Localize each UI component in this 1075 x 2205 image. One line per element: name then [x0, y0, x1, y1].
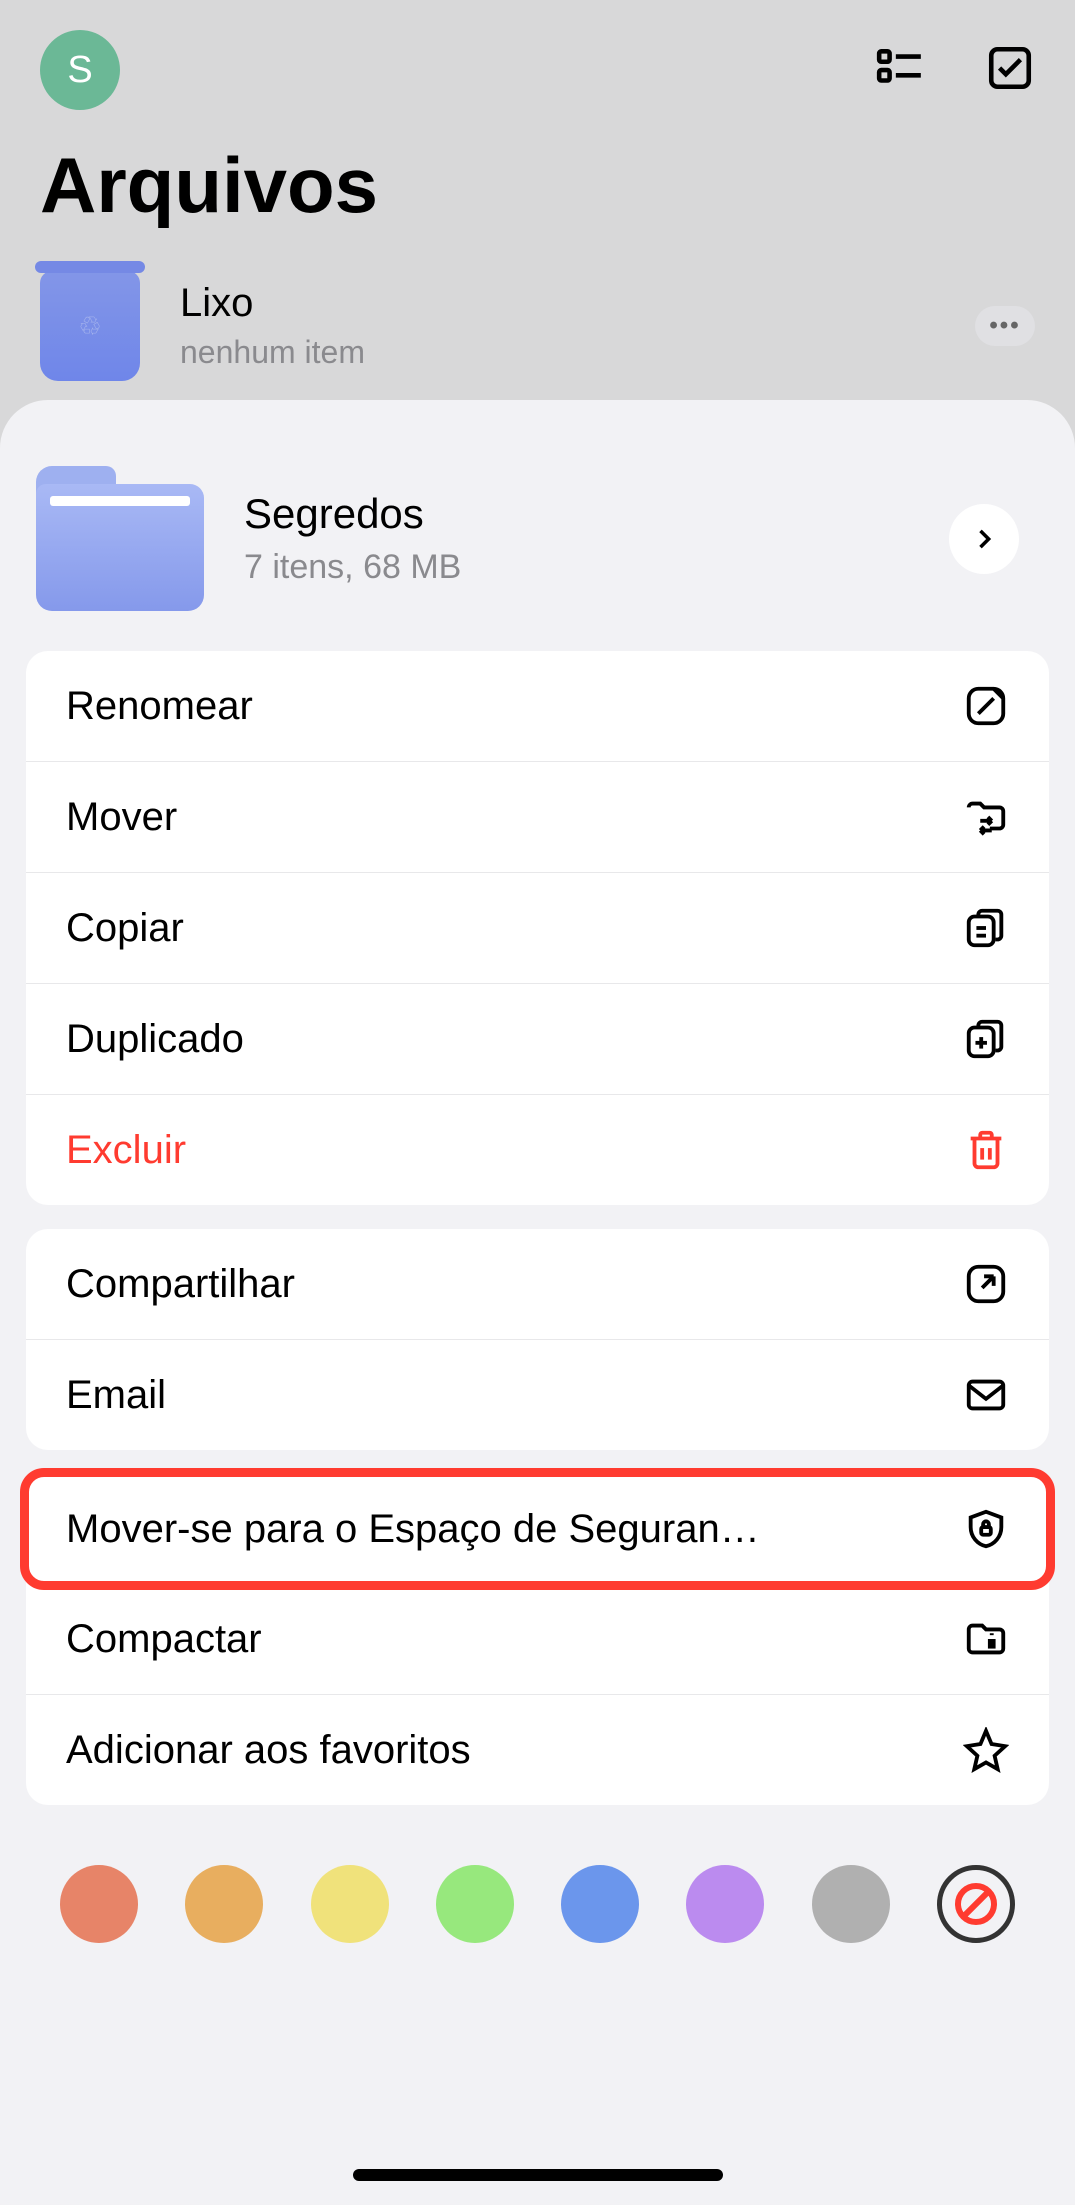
- trash-title: Lixo: [180, 281, 935, 326]
- email-item[interactable]: Email: [26, 1340, 1049, 1450]
- duplicate-item[interactable]: Duplicado: [26, 984, 1049, 1095]
- zip-icon: [963, 1616, 1009, 1662]
- duplicate-icon: [963, 1016, 1009, 1062]
- color-tag-red[interactable]: [60, 1865, 138, 1943]
- copy-icon: [963, 905, 1009, 951]
- secure-label: Mover-se para o Espaço de Seguran…: [66, 1507, 760, 1552]
- color-tag-yellow[interactable]: [311, 1865, 389, 1943]
- more-button[interactable]: •••: [975, 306, 1035, 346]
- copy-item[interactable]: Copiar: [26, 873, 1049, 984]
- folder-subtitle: 7 itens, 68 MB: [244, 548, 909, 587]
- move-to-secure-item[interactable]: Mover-se para o Espaço de Seguran…: [26, 1474, 1049, 1584]
- copy-label: Copiar: [66, 906, 184, 951]
- delete-item[interactable]: Excluir: [26, 1095, 1049, 1205]
- favorite-item[interactable]: Adicionar aos favoritos: [26, 1695, 1049, 1805]
- move-item[interactable]: Mover: [26, 762, 1049, 873]
- color-tag-gray[interactable]: [812, 1865, 890, 1943]
- envelope-icon: [963, 1372, 1009, 1418]
- favorite-label: Adicionar aos favoritos: [66, 1728, 471, 1773]
- color-tag-row: [26, 1829, 1049, 1943]
- folder-title: Segredos: [244, 490, 909, 538]
- open-folder-button[interactable]: [949, 504, 1019, 574]
- select-icon[interactable]: [985, 43, 1035, 98]
- rename-label: Renomear: [66, 684, 253, 729]
- avatar[interactable]: S: [40, 30, 120, 110]
- color-tag-purple[interactable]: [686, 1865, 764, 1943]
- trash-bin-icon: [963, 1127, 1009, 1173]
- star-icon: [963, 1727, 1009, 1773]
- color-tag-green[interactable]: [436, 1865, 514, 1943]
- trash-row[interactable]: ♲ Lixo nenhum item •••: [0, 271, 1075, 381]
- move-label: Mover: [66, 795, 177, 840]
- folder-header: Segredos 7 itens, 68 MB: [26, 426, 1049, 651]
- share-item[interactable]: Compartilhar: [26, 1229, 1049, 1340]
- duplicate-label: Duplicado: [66, 1017, 244, 1062]
- share-icon: [963, 1261, 1009, 1307]
- share-label: Compartilhar: [66, 1262, 295, 1307]
- page-title: Arquivos: [0, 140, 1075, 231]
- action-sheet: Segredos 7 itens, 68 MB Renomear Mover C…: [0, 400, 1075, 2205]
- color-tag-blue[interactable]: [561, 1865, 639, 1943]
- compress-item[interactable]: Compactar: [26, 1584, 1049, 1695]
- trash-icon: ♲: [40, 271, 140, 381]
- compress-label: Compactar: [66, 1617, 262, 1662]
- email-label: Email: [66, 1373, 166, 1418]
- list-view-icon[interactable]: [875, 43, 925, 98]
- shield-lock-icon: [963, 1506, 1009, 1552]
- delete-label: Excluir: [66, 1128, 186, 1173]
- trash-subtitle: nenhum item: [180, 334, 935, 371]
- color-tag-orange[interactable]: [185, 1865, 263, 1943]
- folder-arrows-icon: [963, 794, 1009, 840]
- folder-icon: [36, 466, 204, 611]
- home-indicator[interactable]: [353, 2169, 723, 2181]
- color-tag-none[interactable]: [937, 1865, 1015, 1943]
- rename-item[interactable]: Renomear: [26, 651, 1049, 762]
- pencil-icon: [963, 683, 1009, 729]
